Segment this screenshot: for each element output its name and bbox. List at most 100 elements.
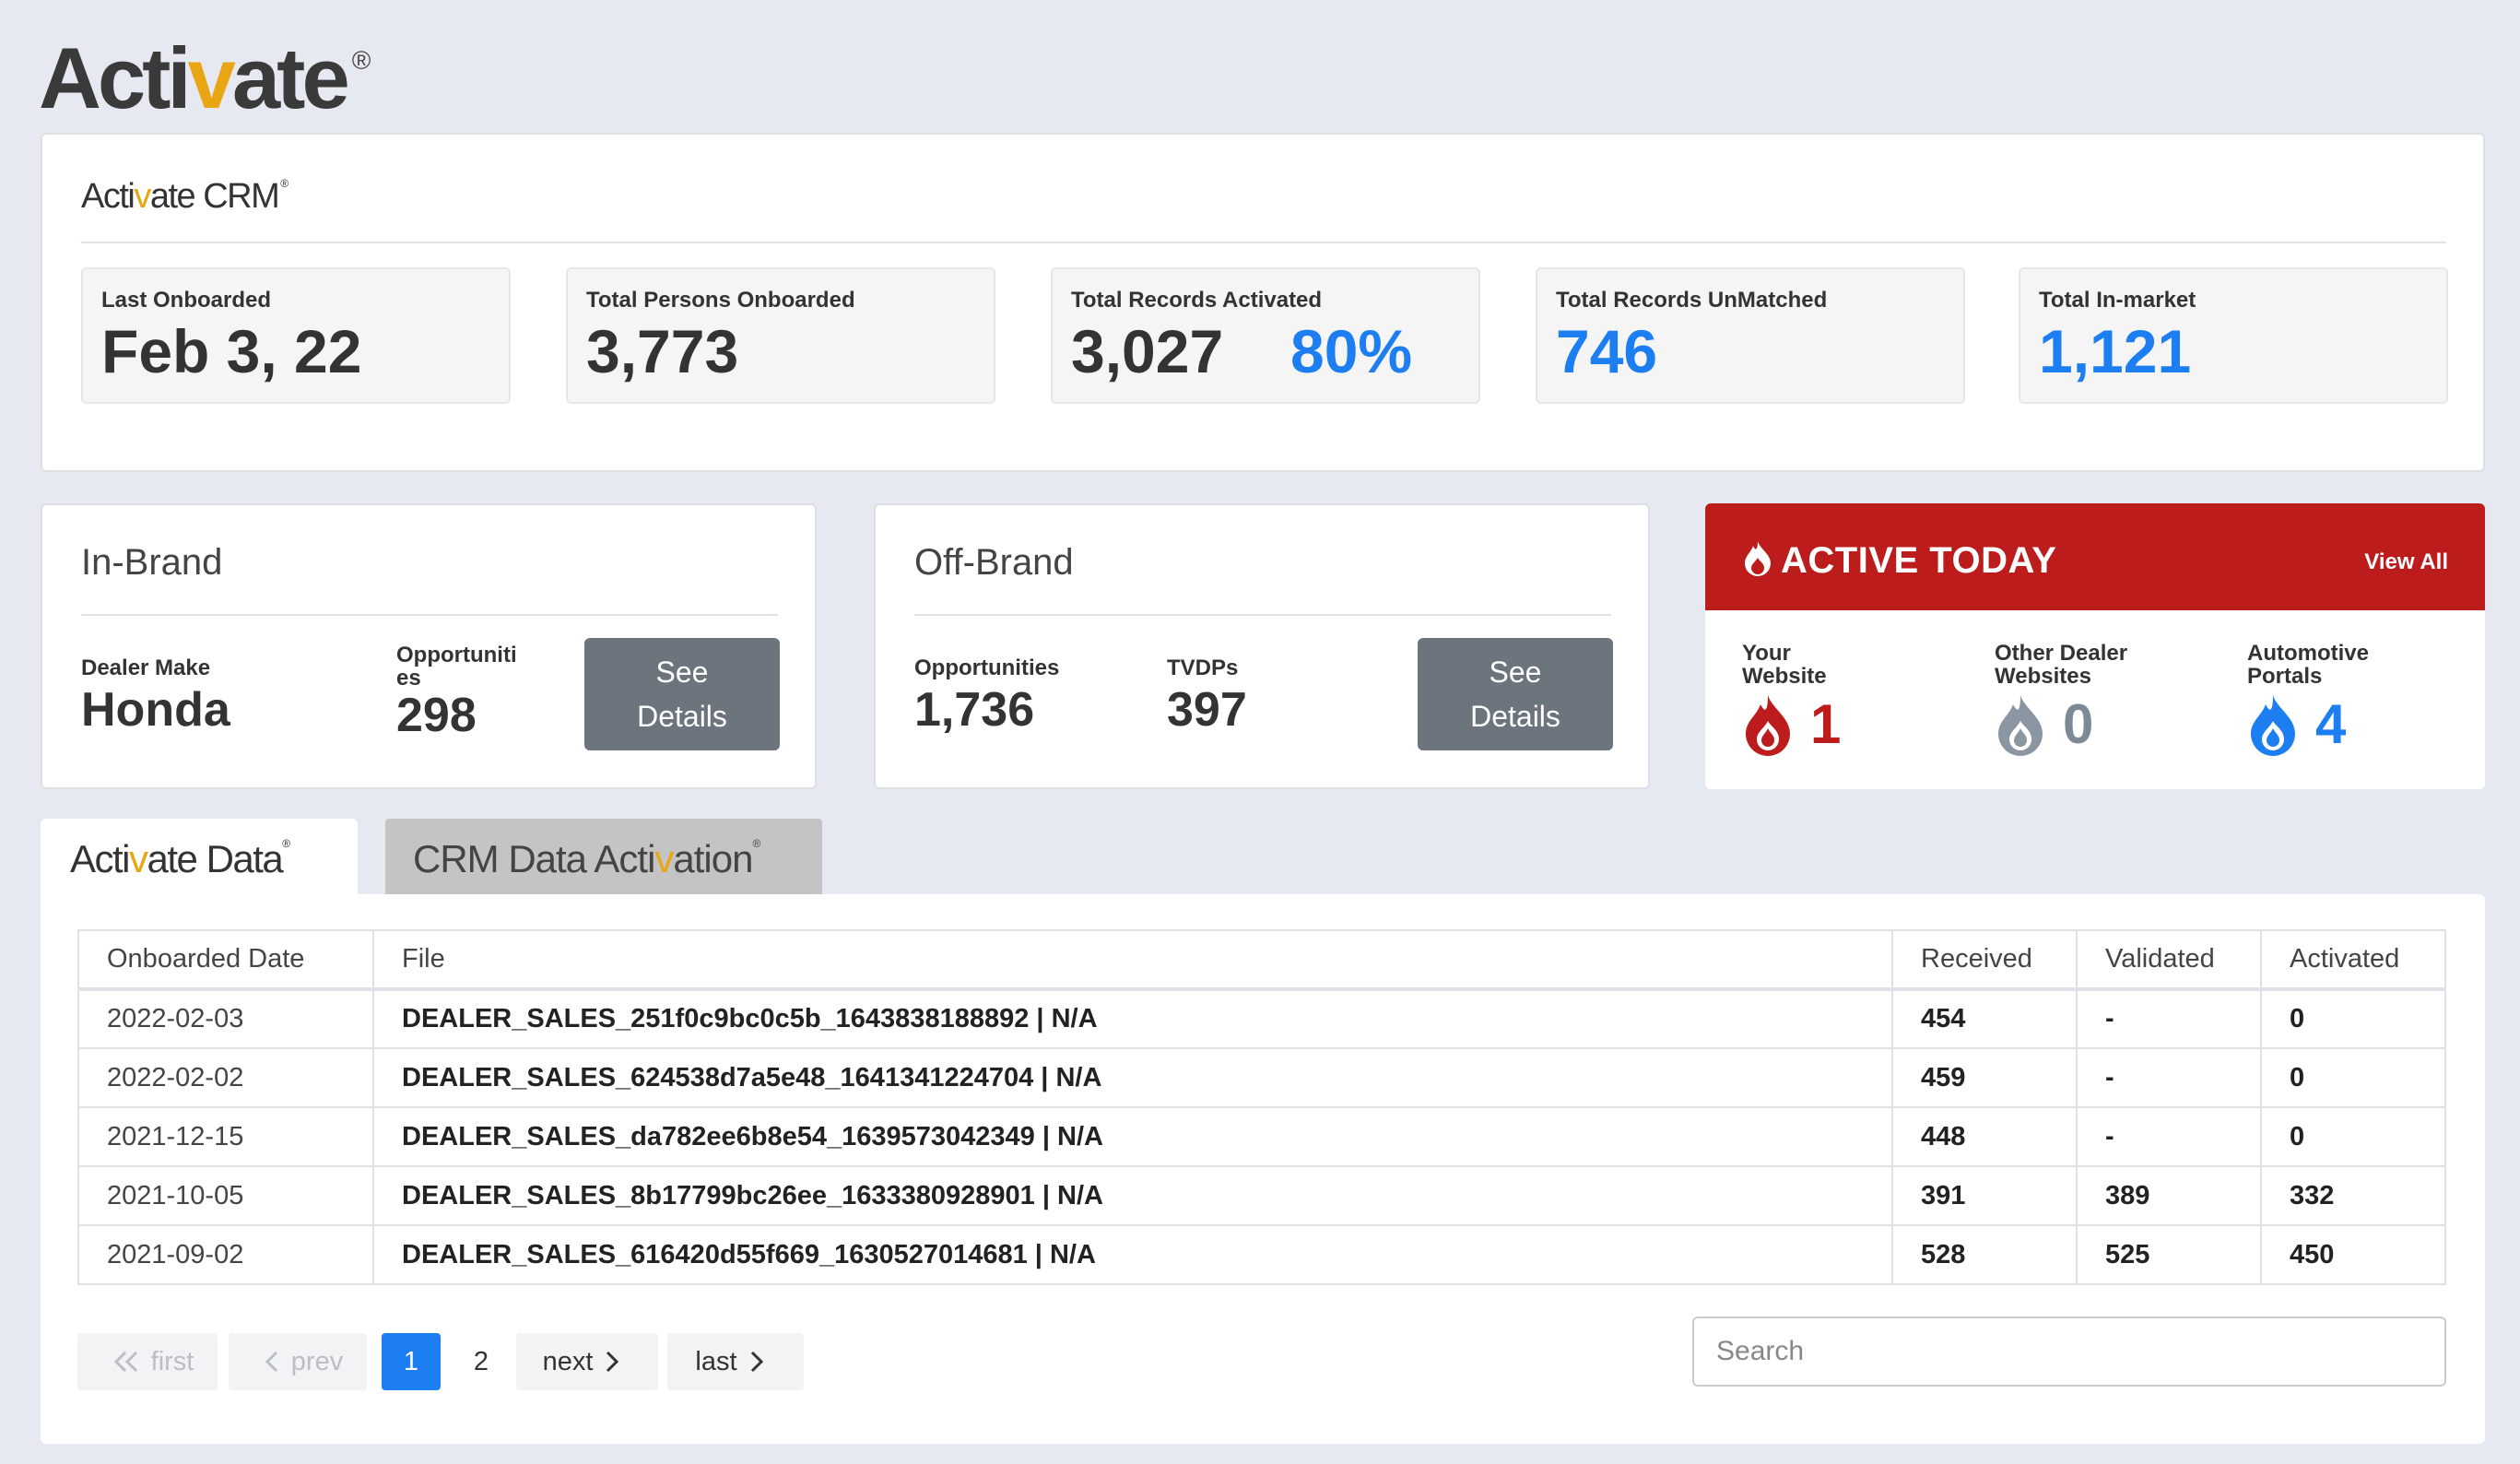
active-label: Your Website [1742,641,1827,690]
pagination-next-button[interactable]: next [516,1333,658,1390]
logo-wordmark: Activate [39,30,350,126]
stat-label: Total Records Activated [1071,288,1323,313]
cell-received: 459 [1891,1047,2078,1108]
tvdps-value: 397 [1167,683,1247,737]
pagination-last-label: last [695,1346,737,1376]
chevron-right-icon [604,1350,620,1374]
active-automotive-portals: Automotive Portals 4 [2247,641,2485,757]
active-count: 1 [1810,693,1842,756]
flame-red-icon [1746,695,1790,757]
flame-icon [1745,541,1771,576]
divider [914,614,1611,616]
stat-label: Total In-market [2039,288,2196,313]
column-header-activated[interactable]: Activated [2260,929,2446,991]
search-input[interactable] [1692,1316,2446,1387]
cell-date: 2021-12-15 [77,1106,374,1167]
cell-file: DEALER_SALES_624538d7a5e48_1641341224704… [372,1047,1893,1108]
active-other-dealer-websites: Other Dealer Websites 0 [1995,642,2234,757]
dealer-make-label: Dealer Make [81,655,211,680]
active-today-title: ACTIVE TODAY [1781,540,2057,581]
stat-total-records-unmatched: Total Records UnMatched 746 [1536,267,1965,404]
see-details-button[interactable]: See Details [1418,638,1613,750]
pagination-last-button[interactable]: last [667,1333,804,1390]
flame-gray-icon [1998,695,2043,757]
pagination-page-2[interactable]: 2 [452,1333,511,1390]
column-header-validated[interactable]: Validated [2076,929,2262,991]
stat-label: Total Records UnMatched [1556,288,1828,313]
tab-crm-data-activation[interactable]: CRM Data Activation® [385,819,822,894]
stat-last-onboarded: Last Onboarded Feb 3, 22 [81,267,511,404]
cell-activated: 0 [2260,1106,2446,1167]
active-count: 4 [2315,693,2347,756]
pagination-prev-label: prev [290,1346,344,1376]
onboarded-files-table: Onboarded Date File Received Validated A… [77,929,2446,1285]
dealer-make-value: Honda [81,683,230,737]
cell-activated: 0 [2260,1047,2446,1108]
cell-validated: 389 [2076,1165,2262,1226]
pagination-first-button[interactable]: first [77,1333,218,1390]
opportunities-value: 1,736 [914,683,1035,737]
cell-file: DEALER_SALES_251f0c9bc0c5b_1643838188892… [372,988,1893,1049]
stat-total-in-market: Total In-market 1,121 [2019,267,2448,404]
cell-file: DEALER_SALES_8b17799bc26ee_1633380928901… [372,1165,1893,1226]
active-today-header: ACTIVE TODAY View All [1705,503,2485,610]
cell-date: 2021-09-02 [77,1224,374,1285]
stat-value: 3,027 [1071,317,1224,385]
chevron-left-icon [264,1350,280,1374]
double-chevron-left-icon [112,1350,140,1374]
table-row: 2022-02-03 DEALER_SALES_251f0c9bc0c5b_16… [77,988,2446,1049]
table-row: 2022-02-02 DEALER_SALES_624538d7a5e48_16… [77,1047,2446,1108]
column-header-received[interactable]: Received [1891,929,2078,991]
stat-value: 1,121 [2039,317,2192,385]
cell-file: DEALER_SALES_616420d55f669_1630527014681… [372,1224,1893,1285]
opportunities-label: Opportunities [396,643,517,691]
cell-received: 528 [1891,1224,2078,1285]
pagination-next-label: next [542,1346,594,1376]
active-count: 0 [2063,693,2094,756]
opportunities-value: 298 [396,689,477,742]
cell-date: 2022-02-03 [77,988,374,1049]
pagination-first-label: first [150,1346,194,1376]
table-header-row: Onboarded Date File Received Validated A… [77,929,2446,991]
cell-validated: 525 [2076,1224,2262,1285]
data-panel: Onboarded Date File Received Validated A… [41,894,2485,1444]
flame-blue-icon [2251,695,2295,757]
cell-validated: - [2076,1106,2262,1167]
stat-label: Last Onboarded [101,288,272,313]
divider [81,242,2446,243]
cell-received: 448 [1891,1106,2078,1167]
tab-activate-data[interactable]: Activate Data® [41,819,358,894]
crm-summary-panel: Activate CRM ® Last Onboarded Feb 3, 22 T… [41,133,2485,472]
see-details-button[interactable]: See Details [584,638,780,750]
divider [81,614,778,616]
stat-total-records-activated: Total Records Activated 3,027 80% [1051,267,1480,404]
table-row: 2021-12-15 DEALER_SALES_da782ee6b8e54_16… [77,1106,2446,1167]
card-title: Off-Brand [914,542,1074,583]
off-brand-card: Off-Brand Opportunities 1,736 TVDPs 397 … [874,503,1650,789]
table-row: 2021-10-05 DEALER_SALES_8b17799bc26ee_16… [77,1165,2446,1226]
active-label: Automotive Portals [2247,641,2369,690]
tvdps-label: TVDPs [1167,655,1239,680]
view-all-link[interactable]: View All [2364,549,2448,575]
card-title: In-Brand [81,542,223,583]
table-row: 2021-09-02 DEALER_SALES_616420d55f669_16… [77,1224,2446,1285]
stat-total-persons-onboarded: Total Persons Onboarded 3,773 [566,267,995,404]
opportunities-label: Opportunities [914,655,1060,680]
crm-logo: Activate CRM ® [81,177,289,216]
stat-percent: 80% [1290,317,1413,385]
cell-validated: - [2076,1047,2262,1108]
cell-activated: 0 [2260,988,2446,1049]
column-header-onboarded-date[interactable]: Onboarded Date [77,929,374,991]
activate-logo: Activate ® [39,35,371,127]
cell-date: 2022-02-02 [77,1047,374,1108]
cell-activated: 332 [2260,1165,2446,1226]
cell-file: DEALER_SALES_da782ee6b8e54_1639573042349… [372,1106,1893,1167]
cell-validated: - [2076,988,2262,1049]
cell-received: 391 [1891,1165,2078,1226]
stat-label: Total Persons Onboarded [586,288,855,313]
pagination-page-1[interactable]: 1 [382,1333,441,1390]
cell-date: 2021-10-05 [77,1165,374,1226]
column-header-file[interactable]: File [372,929,1893,991]
pagination-prev-button[interactable]: prev [229,1333,367,1390]
stat-value: Feb 3, 22 [101,317,362,385]
